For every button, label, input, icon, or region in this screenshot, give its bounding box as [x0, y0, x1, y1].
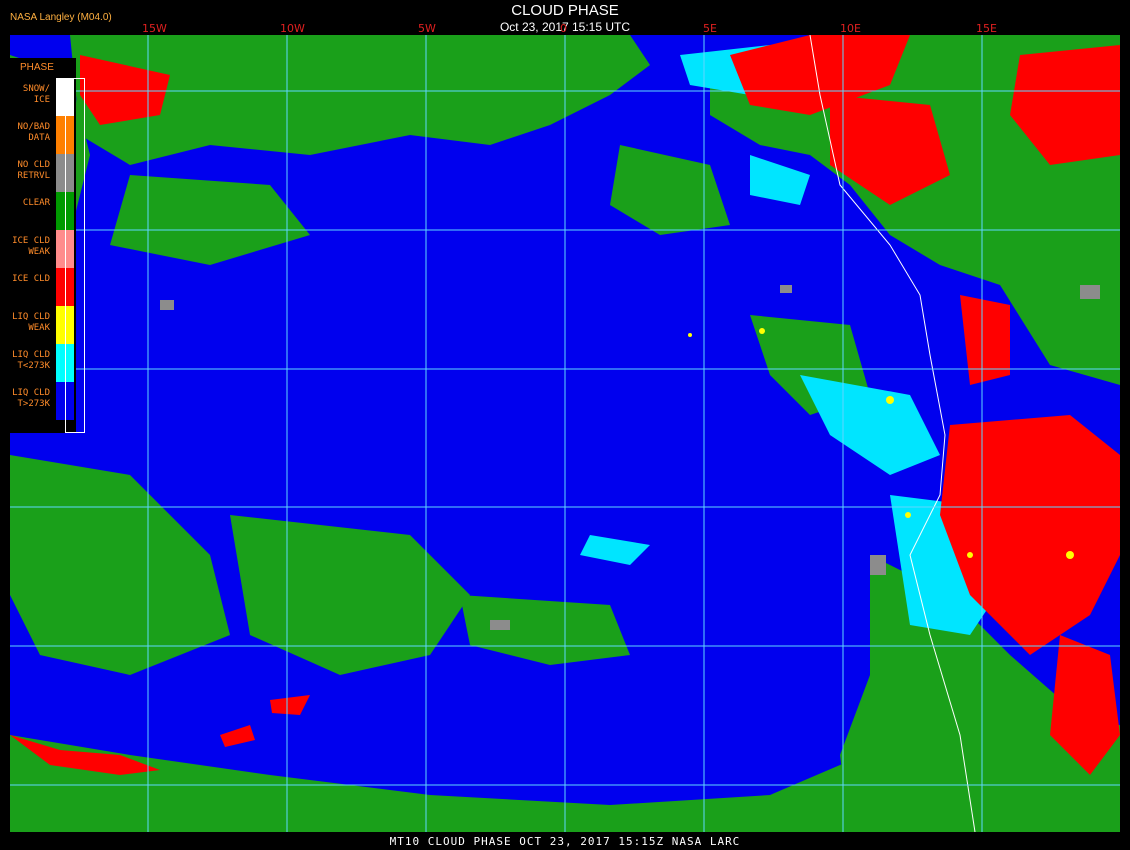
longitude-label-5w: 5W — [418, 22, 436, 35]
legend-label: LIQ CLD T<273K — [12, 350, 50, 371]
legend-label: NO/BAD DATA — [17, 122, 50, 143]
legend-label: SNOW/ ICE — [22, 84, 50, 105]
phase-legend: PHASE SNOW/ ICE NO/BAD DATA NO CLD RETRV… — [10, 58, 85, 433]
longitude-label-15w: 15W — [142, 22, 167, 35]
longitude-label-5e: 5E — [703, 22, 717, 35]
longitude-label-10w: 10W — [280, 22, 305, 35]
legend-label: ICE CLD WEAK — [12, 236, 50, 257]
map-title: CLOUD PHASE — [511, 2, 619, 19]
longitude-label-0: 0 — [560, 22, 567, 35]
legend-label: CLEAR — [22, 198, 50, 208]
satellite-cloud-phase-map — [10, 35, 1120, 832]
cloud-phase-raster — [10, 35, 1120, 832]
legend-frame — [65, 78, 85, 433]
legend-label: LIQ CLD T>273K — [12, 388, 50, 409]
legend-label: ICE CLD — [12, 274, 50, 284]
footer-caption: MT10 CLOUD PHASE OCT 23, 2017 15:15Z NAS… — [389, 835, 741, 848]
legend-label: LIQ CLD WEAK — [12, 312, 50, 333]
longitude-label-10e: 10E — [840, 22, 861, 35]
legend-heading: PHASE — [20, 62, 54, 73]
longitude-label-15e: 15E — [976, 22, 997, 35]
legend-label: NO CLD RETRVL — [17, 160, 50, 181]
